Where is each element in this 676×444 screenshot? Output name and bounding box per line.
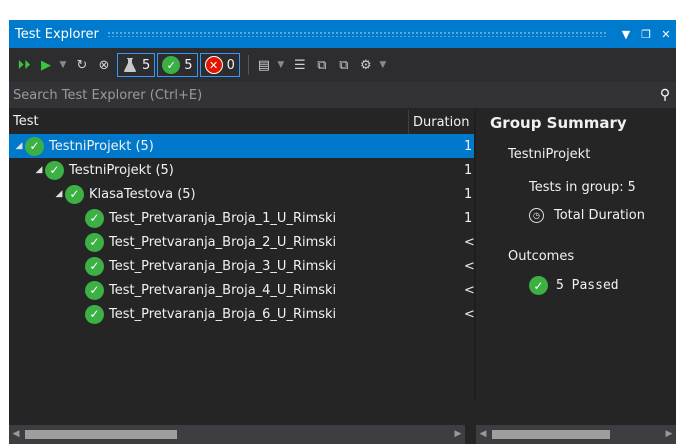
expand-arrow-icon[interactable]: ◢ [53,189,65,199]
tree-row-label: Test_Pretvaranja_Broja_2_U_Rimski [109,234,337,250]
failed-count: 0 [226,57,235,73]
column-duration[interactable]: Duration [409,115,474,130]
passed-check-icon: ✓ [85,280,104,300]
tree-row-label: TestniProjekt (5) [69,162,174,178]
expand-arrow-icon[interactable]: ◢ [13,141,25,151]
settings-gear-icon[interactable]: ⚙ [357,53,375,77]
playlist-icon[interactable]: ▤ [255,53,273,77]
summary-tests-in-group: Tests in group: 5 [529,180,636,195]
tree-row-label: Test_Pretvaranja_Broja_6_U_Rimski [109,306,337,322]
tree-horizontal-scrollbar[interactable]: ◀ ▶ [9,425,465,444]
tree-row[interactable]: ◢ ✓ TestniProjekt (5) 1 [9,134,474,158]
expand-arrow-icon[interactable]: ◢ [33,165,45,175]
passed-check-icon: ✓ [529,276,548,295]
summary-title: Group Summary [490,114,627,132]
close-icon[interactable]: ✕ [656,28,676,41]
tree-row[interactable]: ✓ Test_Pretvaranja_Broja_2_U_Rimski < [9,230,475,254]
summary-outcomes: Outcomes [508,249,575,264]
passed-check-icon: ✓ [25,136,44,156]
tree-row-label: TestniProjekt (5) [49,138,154,154]
column-test[interactable]: Test [9,110,409,134]
title-grip[interactable] [106,31,606,37]
search-input[interactable] [9,82,654,108]
summary-horizontal-scrollbar[interactable]: ◀ ▶ [476,425,676,444]
summary-total-duration: ◷ Total Duration [529,208,645,223]
collapse-all-icon[interactable]: ⧉ [335,53,353,77]
search-icon[interactable]: ⚲ [654,87,676,103]
tests-in-group-label: Tests in group: [529,180,624,195]
group-by-icon[interactable]: ☰ [291,53,309,77]
scroll-right-arrow-icon[interactable]: ▶ [662,425,676,444]
filter-total-button[interactable]: 5 [117,53,156,77]
toolbar: ⏵⏵ ▶ ▼ ↻ ⊗ 5 ✓ 5 ✕ 0 ▤ ▼ ☰ ⧉ ⧉ ⚙ ▼ [9,48,676,82]
column-header: Test Duration [9,110,474,134]
total-count: 5 [142,57,151,73]
cancel-icon[interactable]: ⊗ [95,53,113,77]
tree-row-label: KlasaTestova (5) [89,186,196,202]
tree-row[interactable]: ✓ Test_Pretvaranja_Broja_3_U_Rimski < [9,254,475,278]
passed-check-icon: ✓ [45,160,64,180]
scroll-right-arrow-icon[interactable]: ▶ [451,425,465,444]
passed-check-icon: ✓ [85,232,104,252]
tree-row[interactable]: ◢ ✓ KlasaTestova (5) 1 [9,182,474,206]
test-explorer-window: Test Explorer ▼ ❐ ✕ ⏵⏵ ▶ ▼ ↻ ⊗ 5 ✓ 5 ✕ 0… [9,20,676,444]
title-bar: Test Explorer ▼ ❐ ✕ [9,20,676,48]
total-duration-label: Total Duration [554,208,645,223]
flask-icon [124,58,136,72]
failed-icon: ✕ [204,56,223,74]
passed-count: 5 [184,57,193,73]
search-bar: ⚲ [9,82,676,108]
tree-row-label: Test_Pretvaranja_Broja_4_U_Rimski [109,282,337,298]
expand-all-icon[interactable]: ⧉ [313,53,331,77]
filter-failed-button[interactable]: ✕ 0 [199,53,240,77]
summary-group-name: TestniProjekt [508,147,591,162]
clock-icon: ◷ [529,208,544,223]
scrollbar-thumb[interactable] [25,430,177,439]
tree-row-label: Test_Pretvaranja_Broja_1_U_Rimski [109,210,337,226]
tests-in-group-value: 5 [627,180,636,195]
scroll-left-arrow-icon[interactable]: ◀ [9,425,23,444]
summary-passed[interactable]: ✓ 5 Passed [529,276,619,295]
passed-text: 5 Passed [556,278,619,293]
filter-passed-button[interactable]: ✓ 5 [157,53,198,77]
passed-check-icon: ✓ [85,208,104,228]
passed-check-icon: ✓ [85,304,104,324]
group-summary-pane: Group Summary TestniProjekt Tests in gro… [476,110,676,415]
dropdown-icon[interactable]: ▼ [616,28,636,41]
tree-row[interactable]: ✓ Test_Pretvaranja_Broja_4_U_Rimski < [9,278,475,302]
maximize-icon[interactable]: ❐ [636,28,656,41]
toolbar-separator [247,55,249,75]
rerun-icon[interactable]: ↻ [73,53,91,77]
run-icon[interactable]: ▶ [37,53,55,77]
scroll-left-arrow-icon[interactable]: ◀ [476,425,490,444]
settings-dropdown-icon[interactable]: ▼ [379,53,387,77]
run-dropdown-icon[interactable]: ▼ [59,53,67,77]
tree-row[interactable]: ✓ Test_Pretvaranja_Broja_6_U_Rimski < [9,302,475,326]
passed-check-icon: ✓ [85,256,104,276]
test-tree: ◢ ✓ TestniProjekt (5) 1 ◢ ✓ TestniProjekt (5) 1… [9,134,475,326]
tree-row[interactable]: ◢ ✓ TestniProjekt (5) 1 [9,158,474,182]
run-all-icon[interactable]: ⏵⏵ [15,53,33,77]
window-title: Test Explorer [15,26,99,42]
playlist-dropdown-icon[interactable]: ▼ [277,53,285,77]
tree-row-label: Test_Pretvaranja_Broja_3_U_Rimski [109,258,337,274]
scrollbar-thumb[interactable] [492,430,610,439]
tree-row[interactable]: ✓ Test_Pretvaranja_Broja_1_U_Rimski 1 [9,206,474,230]
passed-check-icon: ✓ [65,184,84,204]
passed-icon: ✓ [162,56,181,74]
